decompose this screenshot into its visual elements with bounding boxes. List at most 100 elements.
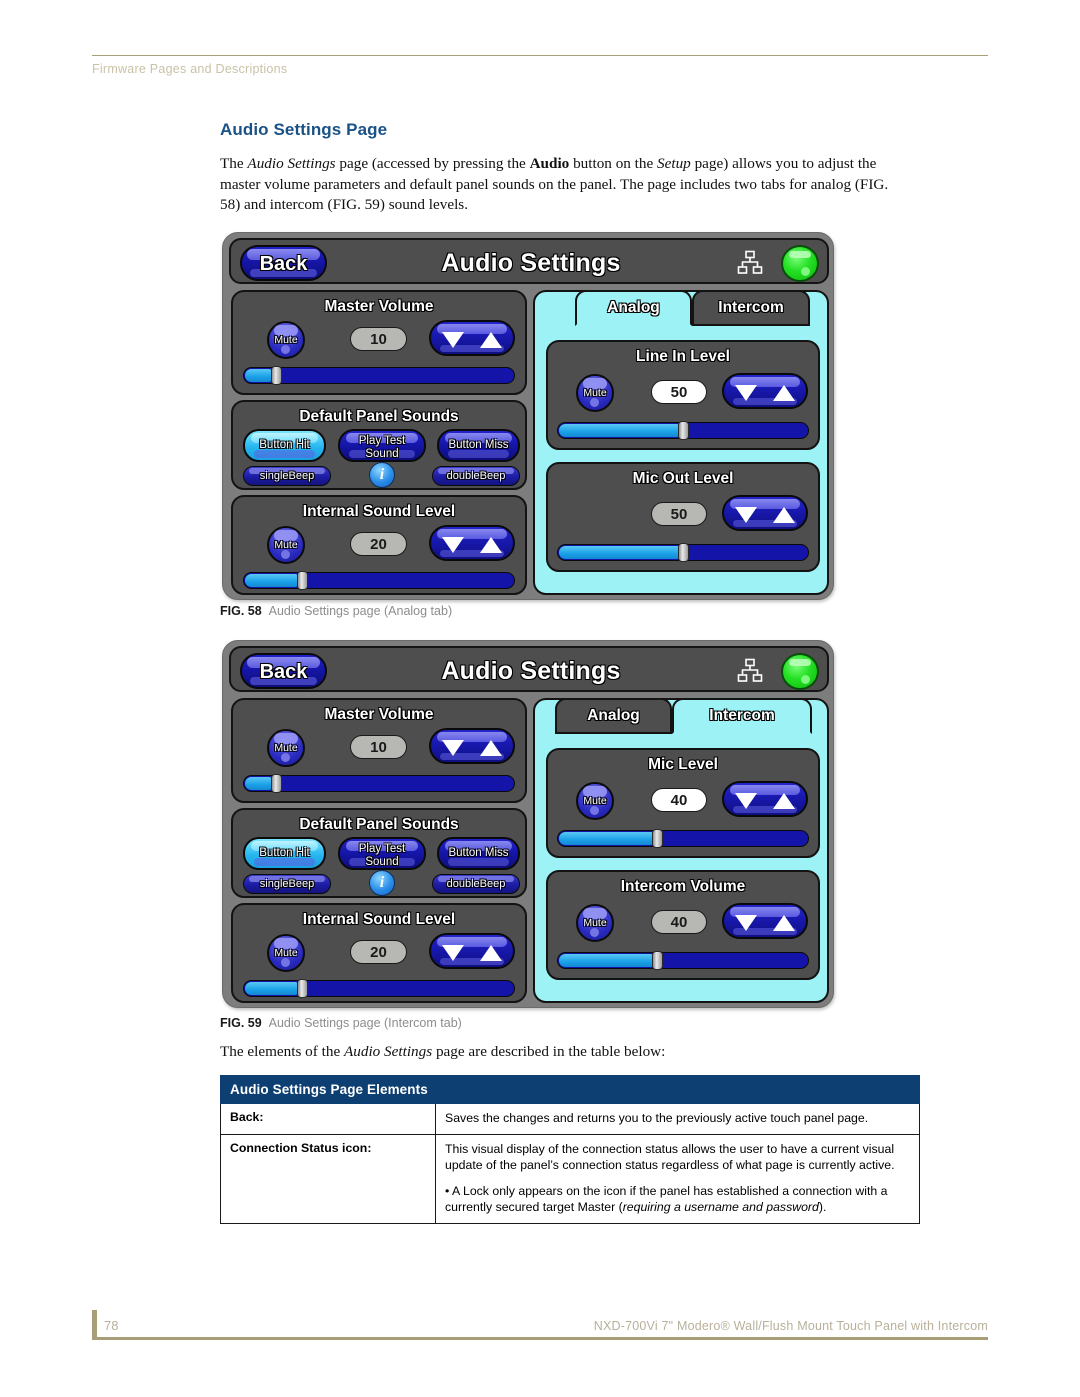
- figure-59-caption-label: FIG. 59: [220, 1016, 262, 1030]
- line-in-up-icon-58[interactable]: [773, 385, 795, 401]
- connection-status-icon-59[interactable]: [781, 653, 819, 690]
- bullet-em: requiring a username and password: [622, 1200, 819, 1214]
- button-hit-button-59[interactable]: Button Hit: [243, 837, 326, 870]
- master-volume-group-58: Master Volume Mute 10: [231, 290, 527, 395]
- slider-knob[interactable]: [297, 571, 308, 590]
- mute-pip: [590, 398, 599, 407]
- connection-status-icon-58[interactable]: [781, 245, 819, 282]
- volume-up-icon-59[interactable]: [480, 740, 502, 756]
- button-cap-lower: [448, 858, 509, 866]
- info-icon-58[interactable]: i: [369, 462, 395, 488]
- internal-sound-rocker-58[interactable]: [429, 525, 515, 561]
- mic-level-value-59: 40: [651, 788, 707, 812]
- master-volume-rocker-59[interactable]: [429, 728, 515, 764]
- button-hit-label-58: Button Hit: [259, 439, 310, 451]
- internal-sound-rocker-59[interactable]: [429, 933, 515, 969]
- single-beep-button-59[interactable]: singleBeep: [243, 874, 331, 894]
- network-icon-59: [737, 658, 763, 684]
- tab-analog-59[interactable]: Analog: [555, 698, 672, 734]
- volume-down-icon-58[interactable]: [442, 332, 464, 348]
- mic-level-down-icon-59[interactable]: [735, 793, 757, 809]
- mic-level-rocker-59[interactable]: [722, 781, 808, 817]
- button-hit-button-58[interactable]: Button Hit: [243, 429, 326, 462]
- intercom-volume-slider-59[interactable]: [557, 951, 809, 970]
- tab-intercom-59[interactable]: Intercom: [672, 698, 812, 734]
- master-volume-slider-58[interactable]: [243, 366, 515, 385]
- play-test-sound-button-58[interactable]: Play Test Sound: [338, 429, 426, 462]
- figure-58-caption-label: FIG. 58: [220, 604, 262, 618]
- footer-doc-title: NXD-700Vi 7" Modero® Wall/Flush Mount To…: [593, 1319, 988, 1333]
- mic-out-down-icon-58[interactable]: [735, 507, 757, 523]
- master-volume-title-59: Master Volume: [324, 706, 434, 723]
- figure-58-caption-text: Audio Settings page (Analog tab): [268, 604, 453, 618]
- mic-level-slider-59[interactable]: [557, 829, 809, 848]
- line-in-rocker-58[interactable]: [722, 373, 808, 409]
- intercom-volume-mute-59[interactable]: Mute: [576, 904, 614, 942]
- single-beep-label-58: singleBeep: [259, 470, 315, 482]
- master-volume-mute-58[interactable]: Mute: [267, 321, 305, 359]
- single-beep-label-59: singleBeep: [259, 878, 315, 890]
- line-in-level-title-58: Line In Level: [636, 348, 730, 365]
- page-title: Audio Settings Page: [220, 120, 388, 139]
- intercom-volume-value-59: 40: [651, 910, 707, 934]
- line-in-down-icon-58[interactable]: [735, 385, 757, 401]
- internal-sound-slider-59[interactable]: [243, 979, 515, 998]
- double-beep-button-58[interactable]: doubleBeep: [432, 466, 520, 486]
- led-dot: [801, 675, 810, 684]
- double-beep-button-59[interactable]: doubleBeep: [432, 874, 520, 894]
- figure-59-caption: FIG. 59 Audio Settings page (Intercom ta…: [220, 1016, 462, 1030]
- back-button-58[interactable]: Back: [240, 245, 327, 281]
- mic-level-up-icon-59[interactable]: [773, 793, 795, 809]
- volume-up-icon-58[interactable]: [480, 332, 502, 348]
- button-miss-button-58[interactable]: Button Miss: [437, 429, 520, 462]
- button-miss-button-59[interactable]: Button Miss: [437, 837, 520, 870]
- internal-sound-slider-58[interactable]: [243, 571, 515, 590]
- master-volume-slider-59[interactable]: [243, 774, 515, 793]
- master-volume-rocker-58[interactable]: [429, 320, 515, 356]
- tab-intercom-58[interactable]: Intercom: [692, 290, 810, 326]
- button-cap-lower: [254, 858, 315, 866]
- intercom-volume-down-icon-59[interactable]: [735, 915, 757, 931]
- line-in-slider-58[interactable]: [557, 421, 809, 440]
- network-icon-58: [737, 250, 763, 276]
- table-row-label-back: Back:: [220, 1103, 436, 1135]
- slider-knob[interactable]: [678, 543, 689, 562]
- tab-pane-59: Analog Intercom Mic Level Mute 40 Interc…: [533, 698, 829, 1003]
- mute-pip: [281, 753, 290, 762]
- slider-knob[interactable]: [271, 774, 282, 793]
- slider-knob[interactable]: [652, 951, 663, 970]
- default-panel-sounds-group-58: Default Panel Sounds Button Hit Play Tes…: [231, 400, 527, 490]
- slider-knob[interactable]: [678, 421, 689, 440]
- mic-out-rocker-58[interactable]: [722, 495, 808, 531]
- slider-knob[interactable]: [652, 829, 663, 848]
- slider-knob[interactable]: [271, 366, 282, 385]
- internal-down-icon-58[interactable]: [442, 537, 464, 553]
- line-in-value-58: 50: [651, 380, 707, 404]
- play-test-sound-button-59[interactable]: Play Test Sound: [338, 837, 426, 870]
- line-in-level-group-58: Line In Level Mute 50: [546, 340, 820, 450]
- info-icon-59[interactable]: i: [369, 870, 395, 896]
- mute-pip: [281, 345, 290, 354]
- mic-level-mute-59[interactable]: Mute: [576, 782, 614, 820]
- table-row-label-connection-status: Connection Status icon:: [220, 1133, 436, 1224]
- intro-em1: Audio Settings: [247, 155, 336, 172]
- mic-out-slider-58[interactable]: [557, 543, 809, 562]
- master-volume-mute-59[interactable]: Mute: [267, 729, 305, 767]
- button-hit-label-59: Button Hit: [259, 847, 310, 859]
- default-panel-sounds-title-58: Default Panel Sounds: [299, 408, 459, 425]
- single-beep-button-58[interactable]: singleBeep: [243, 466, 331, 486]
- slider-knob[interactable]: [297, 979, 308, 998]
- internal-sound-mute-59[interactable]: Mute: [267, 934, 305, 972]
- internal-up-icon-59[interactable]: [480, 945, 502, 961]
- tab-analog-58[interactable]: Analog: [575, 290, 692, 326]
- volume-down-icon-59[interactable]: [442, 740, 464, 756]
- intercom-volume-rocker-59[interactable]: [722, 903, 808, 939]
- mic-out-up-icon-58[interactable]: [773, 507, 795, 523]
- table-header-row: Audio Settings Page Elements: [220, 1075, 920, 1104]
- line-in-mute-58[interactable]: Mute: [576, 374, 614, 412]
- internal-up-icon-58[interactable]: [480, 537, 502, 553]
- internal-sound-mute-58[interactable]: Mute: [267, 526, 305, 564]
- intercom-volume-up-icon-59[interactable]: [773, 915, 795, 931]
- back-button-59[interactable]: Back: [240, 653, 327, 689]
- internal-down-icon-59[interactable]: [442, 945, 464, 961]
